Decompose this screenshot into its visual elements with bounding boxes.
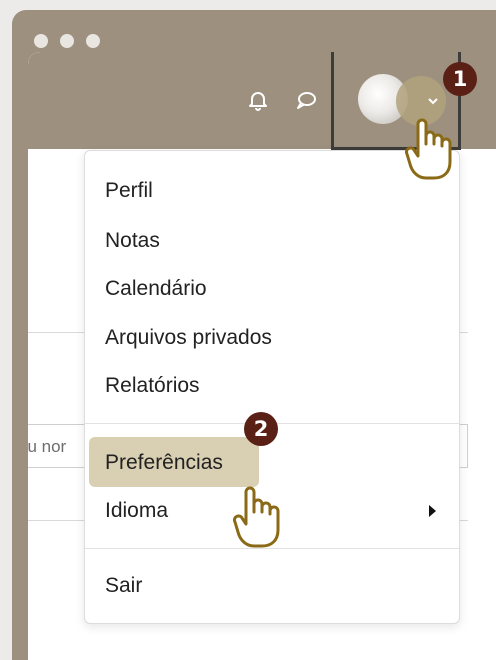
triangle-right-icon	[429, 505, 436, 517]
bell-icon[interactable]	[246, 88, 270, 112]
chevron-down-icon[interactable]	[427, 94, 439, 106]
menu-item-preferences[interactable]: Preferências	[105, 447, 223, 479]
menu-item-profile[interactable]: Perfil	[105, 175, 153, 207]
user-dropdown-menu: Perfil Notas Calendário Arquivos privado…	[84, 150, 460, 624]
menu-item-language[interactable]: Idioma	[105, 495, 168, 527]
menu-item-private-files[interactable]: Arquivos privados	[105, 322, 272, 354]
background-input-text: ou nor	[28, 437, 67, 456]
step-1-badge: 1	[443, 62, 477, 96]
hand-pointer-icon	[230, 482, 288, 550]
step-2-badge: 2	[244, 412, 278, 446]
menu-item-notes[interactable]: Notas	[105, 225, 160, 257]
menu-item-calendar[interactable]: Calendário	[105, 273, 207, 305]
window-dot-maximize[interactable]	[86, 34, 100, 48]
window-dot-minimize[interactable]	[60, 34, 74, 48]
hand-pointer-icon	[402, 114, 460, 182]
chat-bubble-icon[interactable]	[294, 88, 318, 112]
window-dot-close[interactable]	[34, 34, 48, 48]
menu-item-reports[interactable]: Relatórios	[105, 370, 200, 402]
menu-item-logout[interactable]: Sair	[105, 570, 142, 602]
